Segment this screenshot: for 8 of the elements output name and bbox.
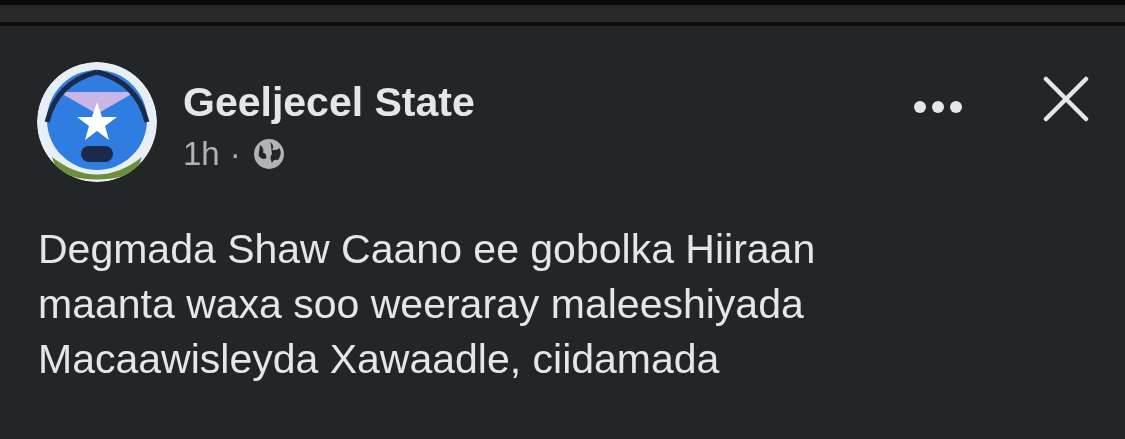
post-time[interactable]: 1h bbox=[183, 134, 220, 174]
close-icon bbox=[1043, 76, 1089, 122]
close-button[interactable] bbox=[1043, 76, 1089, 122]
author-name[interactable]: Geeljecel State bbox=[183, 76, 475, 128]
more-icon bbox=[913, 100, 963, 114]
post-text: Degmada Shaw Caano ee gobolka Hiiraan maanta waxa soo weeraray maleeshiyada Macaawisleyda Xawaadle, ciidamada bbox=[37, 225, 817, 384]
separator: · bbox=[229, 134, 241, 174]
more-options-button[interactable] bbox=[913, 100, 963, 114]
